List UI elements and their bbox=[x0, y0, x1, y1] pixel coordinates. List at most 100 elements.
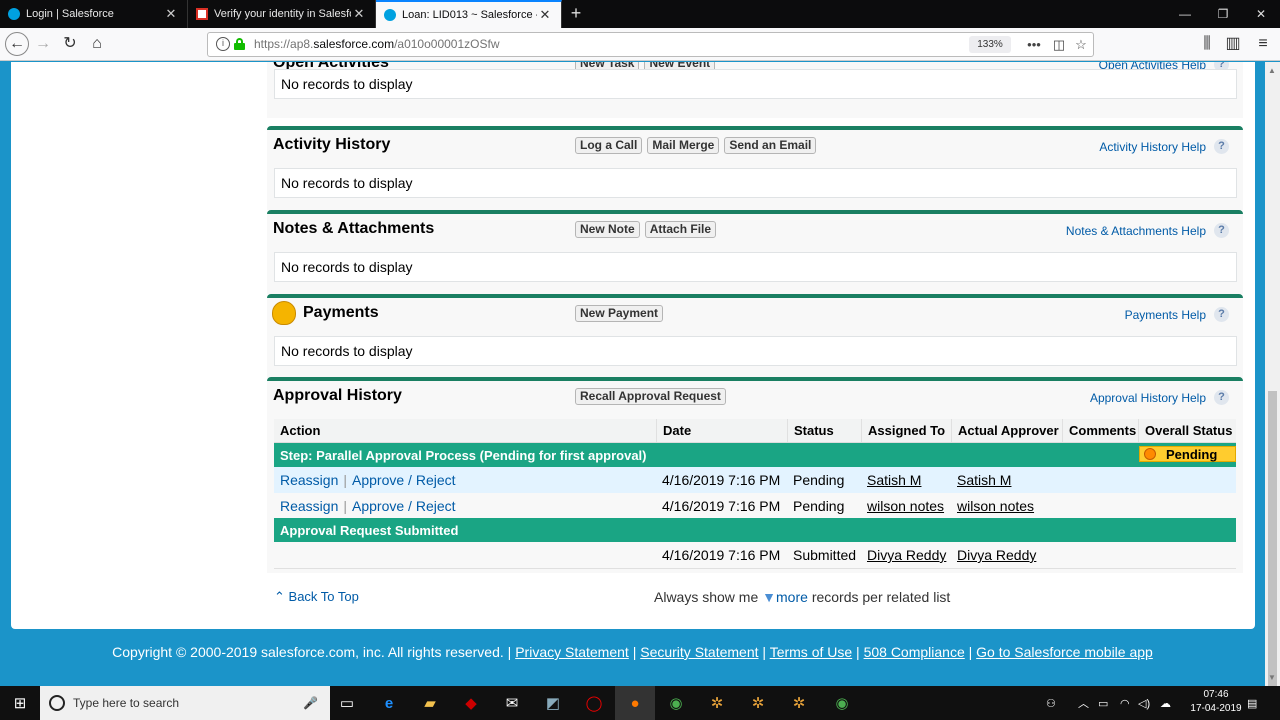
section-title: Activity History bbox=[273, 136, 391, 153]
assigned-to-link[interactable]: wilson notes bbox=[867, 498, 944, 514]
mail-icon[interactable]: ✉ bbox=[492, 686, 532, 720]
tab-verify-identity[interactable]: Verify your identity in Salesforce ✕ bbox=[188, 0, 376, 28]
actual-approver-link[interactable]: Divya Reddy bbox=[957, 547, 1036, 563]
edge-icon[interactable]: e bbox=[369, 686, 409, 720]
minimize-icon[interactable]: — bbox=[1166, 0, 1204, 28]
tab-loan[interactable]: Loan: LID013 ~ Salesforce - De ✕ bbox=[376, 0, 562, 28]
close-window-icon[interactable]: ✕ bbox=[1242, 0, 1280, 28]
show-hidden-icons[interactable]: ︿ bbox=[1078, 686, 1089, 720]
page-actions-icon[interactable]: ••• bbox=[1025, 36, 1043, 54]
pocket-icon[interactable]: ◫ bbox=[1050, 36, 1068, 54]
help-icon[interactable]: ? bbox=[1214, 307, 1229, 322]
actual-approver-link[interactable]: wilson notes bbox=[957, 498, 1034, 514]
notes-help-link[interactable]: Notes & Attachments Help bbox=[1066, 224, 1206, 238]
volume-icon[interactable]: ◁) bbox=[1138, 686, 1150, 720]
sidebar-icon[interactable]: ▥ bbox=[1222, 33, 1244, 55]
taskbar-search[interactable]: Type here to search 🎤 bbox=[40, 686, 330, 720]
payments-help-link[interactable]: Payments Help bbox=[1125, 308, 1206, 322]
bookmark-star-icon[interactable]: ☆ bbox=[1072, 36, 1090, 54]
system-clock[interactable]: 07:46 17-04-2019 bbox=[1190, 688, 1242, 716]
records-per-list: Always show me ▼more records per related… bbox=[654, 589, 951, 605]
send-email-button[interactable]: Send an Email bbox=[724, 137, 817, 154]
recall-approval-request-button[interactable]: Recall Approval Request bbox=[575, 388, 726, 405]
firefox-icon[interactable]: ● bbox=[615, 686, 655, 720]
home-icon[interactable]: ⌂ bbox=[86, 33, 108, 55]
section-title: Payments bbox=[303, 304, 379, 321]
approval-history-help-link[interactable]: Approval History Help bbox=[1090, 391, 1206, 405]
forward-icon[interactable]: → bbox=[32, 33, 54, 55]
address-bar[interactable]: i https://ap8.salesforce.com/a010o00001z… bbox=[207, 32, 1094, 57]
terms-of-use-link[interactable]: Terms of Use bbox=[770, 644, 852, 660]
table-header-row: Action Date Status Assigned To Actual Ap… bbox=[274, 419, 1236, 443]
close-tab-icon[interactable]: ✕ bbox=[351, 6, 367, 22]
mobile-app-link[interactable]: Go to Salesforce mobile app bbox=[976, 644, 1153, 660]
approve-reject-link[interactable]: Approve / Reject bbox=[352, 498, 456, 514]
url-text[interactable]: https://ap8.salesforce.com/a010o00001zOS… bbox=[254, 37, 500, 51]
approve-reject-link[interactable]: Approve / Reject bbox=[352, 472, 456, 488]
browser-tab-strip: Login | Salesforce ✕ Verify your identit… bbox=[0, 0, 1280, 28]
restore-icon[interactable]: ❐ bbox=[1204, 0, 1242, 28]
empty-message: No records to display bbox=[274, 69, 1237, 99]
windows-start-icon[interactable]: ⊞ bbox=[0, 686, 40, 720]
reassign-link[interactable]: Reassign bbox=[280, 472, 338, 488]
triangle-down-icon[interactable]: ▼ bbox=[762, 589, 776, 605]
opera-icon[interactable]: ◯ bbox=[574, 686, 614, 720]
scroll-down-icon[interactable]: ▼ bbox=[1268, 673, 1276, 682]
notifications-icon[interactable]: ▤ bbox=[1247, 686, 1257, 720]
more-link[interactable]: more bbox=[776, 589, 808, 605]
app-icon[interactable]: ◩ bbox=[533, 686, 573, 720]
people-icon[interactable]: ⚇ bbox=[1046, 686, 1056, 720]
app-icon[interactable]: ✲ bbox=[779, 686, 819, 720]
back-icon[interactable]: ← bbox=[5, 32, 29, 56]
scroll-up-icon[interactable]: ▲ bbox=[1268, 66, 1276, 75]
attach-file-button[interactable]: Attach File bbox=[644, 221, 717, 238]
help-icon[interactable]: ? bbox=[1214, 390, 1229, 405]
app-icon[interactable]: ✲ bbox=[738, 686, 778, 720]
submitted-row: Approval Request Submitted bbox=[274, 518, 1236, 542]
page-scrollbar[interactable]: ▲ ▼ bbox=[1265, 62, 1280, 686]
mcafee-icon[interactable]: ◆ bbox=[451, 686, 491, 720]
overall-status-badge: Pending bbox=[1139, 446, 1236, 462]
privacy-statement-link[interactable]: Privacy Statement bbox=[515, 644, 629, 660]
scrollbar-thumb[interactable] bbox=[1268, 391, 1277, 686]
row-status: Submitted bbox=[793, 547, 857, 563]
back-to-top-link[interactable]: ⌃ Back To Top bbox=[274, 589, 359, 605]
reload-icon[interactable]: ↻ bbox=[59, 33, 81, 55]
app-icon[interactable]: ✲ bbox=[697, 686, 737, 720]
windows-taskbar: ⊞ Type here to search 🎤 ▭ e ▰ ◆ ✉ ◩ ◯ ● … bbox=[0, 686, 1280, 720]
chrome-icon[interactable]: ◉ bbox=[656, 686, 696, 720]
chrome-icon[interactable]: ◉ bbox=[822, 686, 862, 720]
log-a-call-button[interactable]: Log a Call bbox=[575, 137, 643, 154]
new-tab-icon[interactable]: + bbox=[566, 4, 586, 24]
task-view-icon[interactable]: ▭ bbox=[327, 686, 367, 720]
table-row: 4/16/2019 7:16 PM Submitted Divya Reddy … bbox=[274, 542, 1236, 569]
tab-login[interactable]: Login | Salesforce ✕ bbox=[0, 0, 188, 28]
lock-icon[interactable] bbox=[234, 38, 245, 50]
info-icon[interactable]: i bbox=[216, 37, 230, 51]
mail-merge-button[interactable]: Mail Merge bbox=[647, 137, 720, 154]
assigned-to-link[interactable]: Satish M bbox=[867, 472, 921, 488]
help-icon[interactable]: ? bbox=[1214, 139, 1229, 154]
step-label: Step: Parallel Approval Process (Pending… bbox=[280, 447, 647, 463]
reassign-link[interactable]: Reassign bbox=[280, 498, 338, 514]
close-tab-icon[interactable]: ✕ bbox=[537, 7, 553, 23]
menu-icon[interactable]: ≡ bbox=[1252, 33, 1274, 55]
assigned-to-link[interactable]: Divya Reddy bbox=[867, 547, 946, 563]
help-icon[interactable]: ? bbox=[1214, 223, 1229, 238]
battery-icon[interactable]: ▭ bbox=[1098, 686, 1108, 720]
new-payment-button[interactable]: New Payment bbox=[575, 305, 664, 322]
new-note-button[interactable]: New Note bbox=[575, 221, 640, 238]
onedrive-icon[interactable]: ☁ bbox=[1160, 686, 1171, 720]
security-statement-link[interactable]: Security Statement bbox=[640, 644, 758, 660]
microphone-icon[interactable]: 🎤 bbox=[303, 696, 318, 710]
508-compliance-link[interactable]: 508 Compliance bbox=[864, 644, 965, 660]
salesforce-cloud-icon bbox=[384, 9, 396, 21]
activity-history-help-link[interactable]: Activity History Help bbox=[1099, 140, 1206, 154]
file-explorer-icon[interactable]: ▰ bbox=[410, 686, 450, 720]
actual-approver-link[interactable]: Satish M bbox=[957, 472, 1011, 488]
library-icon[interactable]: ⫼ bbox=[1196, 33, 1218, 55]
wifi-icon[interactable]: ◠ bbox=[1120, 686, 1130, 720]
zoom-level[interactable]: 133% bbox=[969, 36, 1011, 53]
close-tab-icon[interactable]: ✕ bbox=[163, 6, 179, 22]
cortana-icon bbox=[49, 695, 65, 711]
